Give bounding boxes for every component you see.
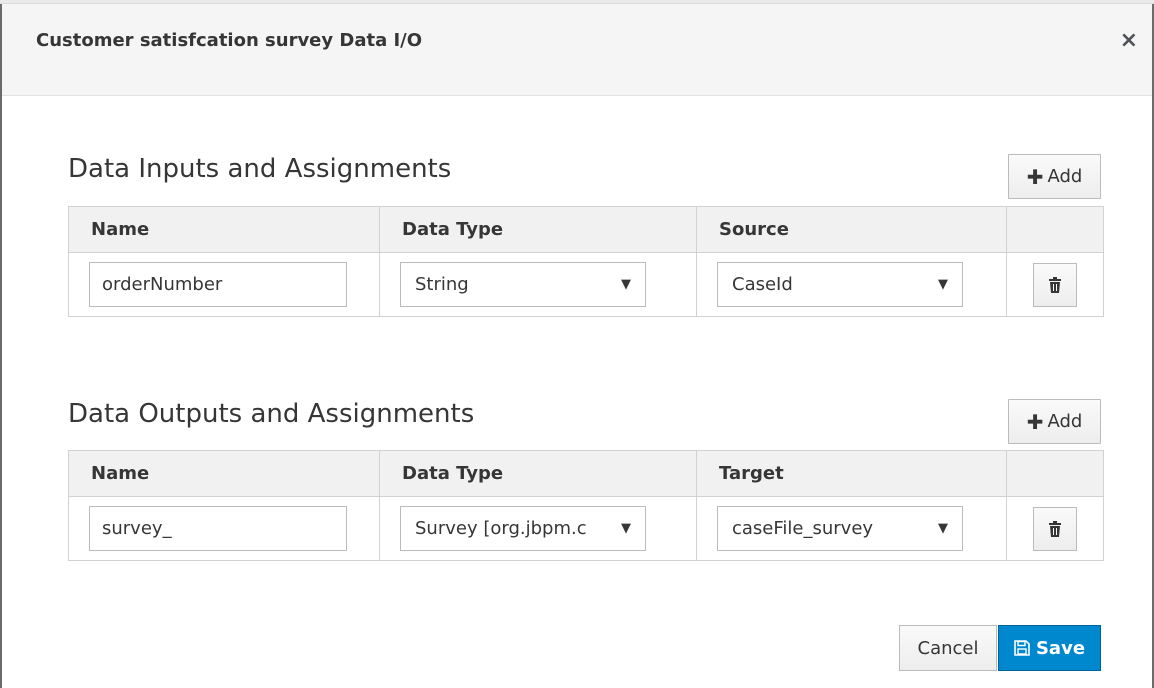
add-input-label: Add	[1047, 166, 1083, 187]
delete-input-button[interactable]	[1033, 262, 1077, 307]
table-row: Survey [org.jbpm.c ▼ caseFile_survey ▼	[68, 496, 1104, 561]
caret-down-icon: ▼	[938, 277, 948, 292]
inputs-table: Name Data Type Source String ▼	[68, 206, 1104, 317]
input-source-value: CaseId	[732, 274, 793, 295]
outputs-section-title: Data Outputs and Assignments	[68, 399, 475, 429]
outputs-table: Name Data Type Target Survey [org.jbpm.c…	[68, 450, 1104, 561]
add-input-button[interactable]: ✚ Add	[1008, 154, 1101, 199]
output-data-type-select[interactable]: Survey [org.jbpm.c ▼	[400, 506, 646, 551]
save-button[interactable]: Save	[998, 625, 1101, 671]
table-header-row: Name Data Type Target	[68, 450, 1104, 497]
add-output-button[interactable]: ✚ Add	[1008, 399, 1101, 444]
column-header-target: Target	[696, 450, 1007, 497]
caret-down-icon: ▼	[621, 277, 631, 292]
save-label: Save	[1035, 637, 1086, 659]
save-icon	[1014, 640, 1030, 656]
add-output-label: Add	[1047, 411, 1083, 432]
trash-icon	[1049, 520, 1061, 537]
trash-icon	[1049, 276, 1061, 293]
inputs-section-title: Data Inputs and Assignments	[68, 154, 452, 184]
column-header-actions	[1006, 206, 1104, 253]
output-target-select[interactable]: caseFile_survey ▼	[717, 506, 963, 551]
output-data-type-value: Survey [org.jbpm.c	[415, 518, 587, 539]
column-header-actions	[1006, 450, 1104, 497]
output-name-field[interactable]	[89, 506, 347, 551]
input-name-field[interactable]	[89, 262, 347, 307]
caret-down-icon: ▼	[938, 521, 948, 536]
dialog-title: Customer satisfcation survey Data I/O	[36, 30, 423, 51]
column-header-name: Name	[68, 206, 380, 253]
cancel-button[interactable]: Cancel	[899, 625, 997, 671]
input-data-type-select[interactable]: String ▼	[400, 262, 646, 307]
input-data-type-value: String	[415, 274, 469, 295]
output-target-value: caseFile_survey	[732, 518, 874, 539]
column-header-source: Source	[696, 206, 1007, 253]
column-header-data-type: Data Type	[379, 206, 697, 253]
delete-output-button[interactable]	[1033, 506, 1077, 551]
close-icon[interactable]: ×	[1120, 30, 1138, 52]
column-header-data-type: Data Type	[379, 450, 697, 497]
plus-icon: ✚	[1026, 409, 1044, 434]
data-io-dialog: Customer satisfcation survey Data I/O × …	[0, 4, 1154, 688]
dialog-header: Customer satisfcation survey Data I/O ×	[2, 4, 1152, 96]
plus-icon: ✚	[1026, 164, 1044, 189]
table-row: String ▼ CaseId ▼	[68, 252, 1104, 317]
input-source-select[interactable]: CaseId ▼	[717, 262, 963, 307]
column-header-name: Name	[68, 450, 380, 497]
table-header-row: Name Data Type Source	[68, 206, 1104, 253]
caret-down-icon: ▼	[621, 521, 631, 536]
